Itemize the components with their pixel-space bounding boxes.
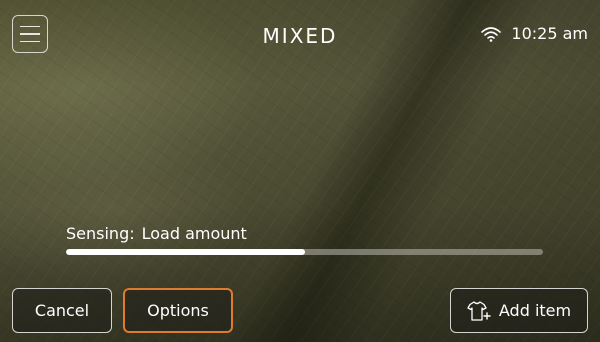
sensing-value: Load amount <box>141 224 247 243</box>
cancel-button[interactable]: Cancel <box>12 288 112 333</box>
status-bar: 10:25 am <box>481 24 588 43</box>
options-button-label: Options <box>147 301 209 320</box>
progress-fill <box>66 249 305 255</box>
shirt-add-icon <box>467 300 491 321</box>
cancel-button-label: Cancel <box>34 301 90 320</box>
clock: 10:25 am <box>511 24 588 43</box>
sensing-label: Sensing: <box>66 224 135 243</box>
add-item-button-label: Add item <box>498 301 572 320</box>
add-item-button[interactable]: Add item <box>450 288 588 333</box>
wifi-icon <box>481 26 502 42</box>
sensing-progress-bar <box>66 249 543 255</box>
sensing-status: Sensing: Load amount <box>66 224 247 243</box>
options-button[interactable]: Options <box>123 288 233 333</box>
